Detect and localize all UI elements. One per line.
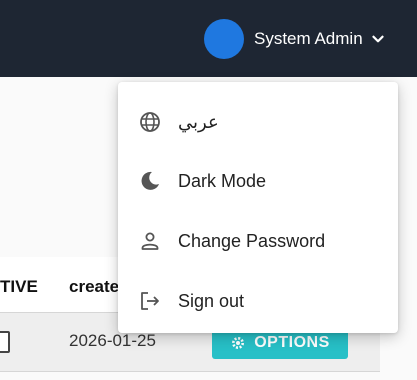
menu-item-language[interactable]: عربي bbox=[118, 92, 398, 152]
menu-item-label: Change Password bbox=[178, 230, 326, 251]
menu-item-dark-mode[interactable]: Dark Mode bbox=[118, 151, 398, 211]
options-button-label: OPTIONS bbox=[254, 334, 330, 351]
moon-icon bbox=[141, 171, 159, 190]
menu-item-label: عربي bbox=[178, 111, 219, 132]
menu-item-label: Sign out bbox=[178, 290, 245, 311]
avatar[interactable] bbox=[204, 19, 244, 59]
menu-item-sign-out[interactable]: Sign out bbox=[118, 271, 398, 331]
menu-item-label: Dark Mode bbox=[178, 170, 267, 191]
user-menu-toggle[interactable]: System Admin bbox=[204, 19, 387, 59]
person-icon bbox=[141, 232, 159, 250]
row-created-date: 2026-01-25 bbox=[69, 331, 156, 350]
globe-icon bbox=[140, 112, 160, 132]
menu-item-change-password[interactable]: Change Password bbox=[118, 211, 398, 271]
user-dropdown-menu: عربي Dark Mode Change Password Sign out bbox=[118, 82, 398, 333]
column-header-created[interactable]: create bbox=[69, 277, 119, 297]
chevron-down-icon[interactable] bbox=[369, 30, 387, 48]
gear-icon bbox=[232, 337, 245, 349]
top-navbar: System Admin bbox=[0, 0, 417, 77]
logout-icon bbox=[141, 292, 159, 310]
row-checkbox[interactable] bbox=[0, 331, 10, 353]
column-header-active[interactable]: TIVE bbox=[0, 277, 38, 297]
user-name[interactable]: System Admin bbox=[254, 29, 363, 49]
